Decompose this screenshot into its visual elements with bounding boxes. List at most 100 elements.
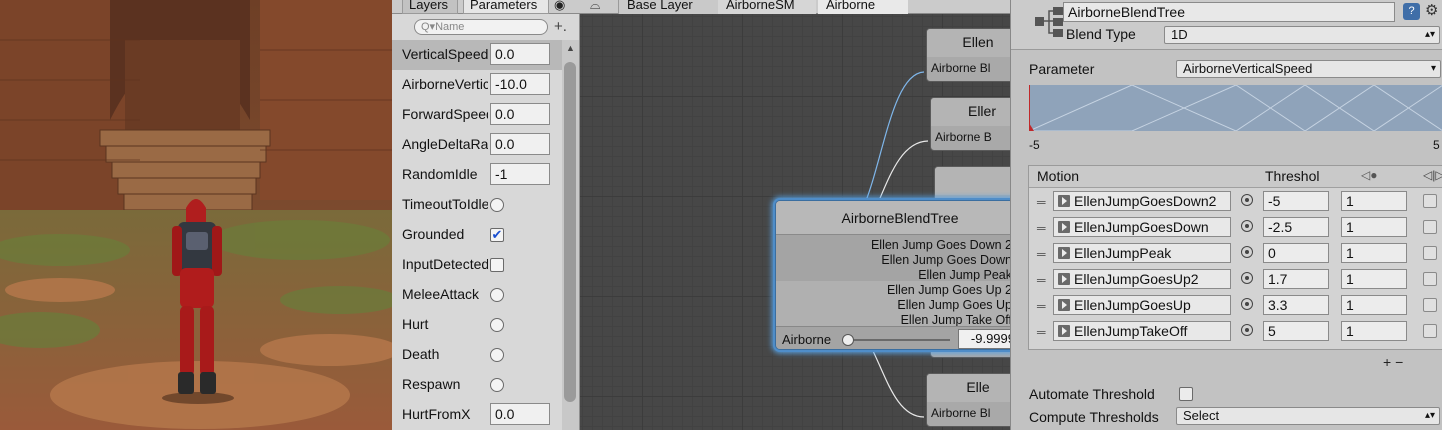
breadcrumb-airborne[interactable]: Airborne	[818, 0, 908, 14]
parameter-row[interactable]: Death	[392, 340, 562, 370]
parameter-checkbox[interactable]	[490, 258, 504, 272]
parameter-row[interactable]: Respawn	[392, 370, 562, 400]
motion-clip-name: EllenJumpTakeOff	[1074, 323, 1188, 339]
speed-field[interactable]: 1	[1341, 321, 1407, 341]
link-icon[interactable]: ⌓	[590, 0, 600, 13]
blend-param-slider-knob[interactable]	[842, 334, 854, 346]
blend-tree-output[interactable]: Ellen Jump Goes Down 2	[782, 238, 1010, 253]
threshold-field[interactable]: 3.3	[1263, 295, 1329, 315]
drag-handle-icon[interactable]: ═	[1037, 325, 1046, 339]
gear-icon[interactable]: ⚙	[1425, 1, 1438, 19]
blend-tree-output[interactable]: Ellen Jump Goes Down	[782, 253, 1010, 268]
parameter-checkbox[interactable]: ✔	[490, 228, 504, 242]
object-picker-icon[interactable]	[1241, 324, 1253, 336]
parameter-row[interactable]: RandomIdle -1	[392, 160, 562, 190]
parameter-trigger-radio[interactable]	[490, 198, 504, 212]
blend-tree-output[interactable]: Ellen Jump Goes Up	[782, 298, 1010, 313]
blend-param-value-field[interactable]: -9.9999	[958, 329, 1010, 349]
parameter-row[interactable]: Hurt	[392, 310, 562, 340]
speed-field[interactable]: 1	[1341, 191, 1407, 211]
parameter-dropdown[interactable]: AirborneVerticalSpeed ▾	[1176, 60, 1441, 78]
parameter-row[interactable]: InputDetected	[392, 250, 562, 280]
parameter-search-input[interactable]: Q▾Name	[414, 19, 548, 35]
parameter-value-field[interactable]: -1	[490, 163, 550, 185]
tab-layers[interactable]: Layers	[402, 0, 458, 14]
motion-clip-field[interactable]: EllenJumpGoesDown2	[1053, 191, 1231, 211]
state-node[interactable]: Elle Airborne Bl	[926, 373, 1010, 427]
object-picker-icon[interactable]	[1241, 246, 1253, 258]
blend-tree-name-field[interactable]: AirborneBlendTree	[1063, 2, 1395, 22]
automate-threshold-checkbox[interactable]	[1179, 387, 1193, 401]
motion-clip-field[interactable]: EllenJumpGoesUp2	[1053, 269, 1231, 289]
parameter-row[interactable]: AngleDeltaRad 0.0	[392, 130, 562, 160]
animation-clip-icon	[1058, 195, 1070, 207]
object-picker-icon[interactable]	[1241, 194, 1253, 206]
breadcrumb-airborne-sm[interactable]: AirborneSM	[718, 0, 816, 14]
parameter-trigger-radio[interactable]	[490, 288, 504, 302]
motion-row: ═ EllenJumpGoesDown -2.5 1	[1029, 214, 1442, 240]
parameter-row[interactable]: VerticalSpeed 0.0	[392, 40, 562, 70]
parameter-scrollbar[interactable]: ▲	[562, 40, 579, 430]
mirror-checkbox[interactable]	[1423, 194, 1437, 208]
parameter-trigger-radio[interactable]	[490, 348, 504, 362]
drag-handle-icon[interactable]: ═	[1037, 195, 1046, 209]
add-parameter-icon[interactable]: +.	[554, 18, 567, 35]
parameter-row[interactable]: MeleeAttack	[392, 280, 562, 310]
parameter-value-field[interactable]: 0.0	[490, 43, 550, 65]
speed-field[interactable]: 1	[1341, 217, 1407, 237]
threshold-field[interactable]: 5	[1263, 321, 1329, 341]
blend-type-dropdown[interactable]: 1D ▴▾	[1164, 26, 1440, 44]
drag-handle-icon[interactable]: ═	[1037, 273, 1046, 287]
mirror-checkbox[interactable]	[1423, 272, 1437, 286]
parameter-value-field[interactable]: -10.0	[490, 73, 550, 95]
parameter-trigger-radio[interactable]	[490, 378, 504, 392]
mirror-checkbox[interactable]	[1423, 298, 1437, 312]
drag-handle-icon[interactable]: ═	[1037, 221, 1046, 235]
object-picker-icon[interactable]	[1241, 220, 1253, 232]
state-node[interactable]: Eller Airborne B	[930, 97, 1010, 151]
speed-field[interactable]: 1	[1341, 269, 1407, 289]
blend-tree-output[interactable]: Ellen Jump Goes Up 2	[782, 283, 1010, 298]
motion-clip-field[interactable]: EllenJumpGoesDown	[1053, 217, 1231, 237]
parameter-row[interactable]: HurtFromX 0.0	[392, 400, 562, 430]
threshold-field[interactable]: 1.7	[1263, 269, 1329, 289]
state-node[interactable]: Ellen Airborne Bl	[926, 28, 1010, 82]
eye-icon[interactable]: ◉	[554, 0, 565, 13]
state-node-subtitle: Airborne B	[935, 130, 992, 144]
blend-tree-output[interactable]: Ellen Jump Peak	[782, 268, 1010, 283]
mirror-checkbox[interactable]	[1423, 324, 1437, 338]
parameter-row[interactable]: ForwardSpeed 0.0	[392, 100, 562, 130]
scroll-up-icon[interactable]: ▲	[566, 43, 575, 53]
blend-param-slider-track[interactable]	[846, 339, 950, 341]
parameter-value-field[interactable]: 0.0	[490, 133, 550, 155]
motion-clip-field[interactable]: EllenJumpGoesUp	[1053, 295, 1231, 315]
parameter-trigger-radio[interactable]	[490, 318, 504, 332]
object-picker-icon[interactable]	[1241, 298, 1253, 310]
animator-graph[interactable]: Ellen Airborne Bl Eller Airborne B Airborne …	[580, 14, 1010, 430]
parameter-value-field[interactable]: 0.0	[490, 103, 550, 125]
drag-handle-icon[interactable]: ═	[1037, 299, 1046, 313]
blend-tree-node[interactable]: AirborneBlendTree Ellen Jump Goes Down 2…	[775, 200, 1010, 350]
compute-thresholds-dropdown[interactable]: Select ▴▾	[1176, 407, 1440, 425]
breadcrumb-base-layer[interactable]: Base Layer	[618, 0, 718, 14]
drag-handle-icon[interactable]: ═	[1037, 247, 1046, 261]
motion-clip-field[interactable]: EllenJumpPeak	[1053, 243, 1231, 263]
mirror-checkbox[interactable]	[1423, 246, 1437, 260]
parameter-row[interactable]: Grounded ✔	[392, 220, 562, 250]
parameter-row[interactable]: TimeoutToIdle	[392, 190, 562, 220]
motion-clip-field[interactable]: EllenJumpTakeOff	[1053, 321, 1231, 341]
mirror-checkbox[interactable]	[1423, 220, 1437, 234]
parameter-row[interactable]: AirborneVerticalSpeed-10.0	[392, 70, 562, 100]
add-remove-motion-buttons[interactable]: + −	[1383, 354, 1403, 370]
threshold-field[interactable]: 0	[1263, 243, 1329, 263]
parameter-value-field[interactable]: 0.0	[490, 403, 550, 425]
speed-field[interactable]: 1	[1341, 295, 1407, 315]
tab-parameters[interactable]: Parameters	[463, 0, 549, 14]
state-node-title: Eller	[931, 98, 1010, 126]
speed-field[interactable]: 1	[1341, 243, 1407, 263]
help-icon[interactable]: ?	[1403, 3, 1420, 20]
object-picker-icon[interactable]	[1241, 272, 1253, 284]
threshold-field[interactable]: -2.5	[1263, 217, 1329, 237]
scrollbar-thumb[interactable]	[564, 62, 576, 402]
threshold-field[interactable]: -5	[1263, 191, 1329, 211]
